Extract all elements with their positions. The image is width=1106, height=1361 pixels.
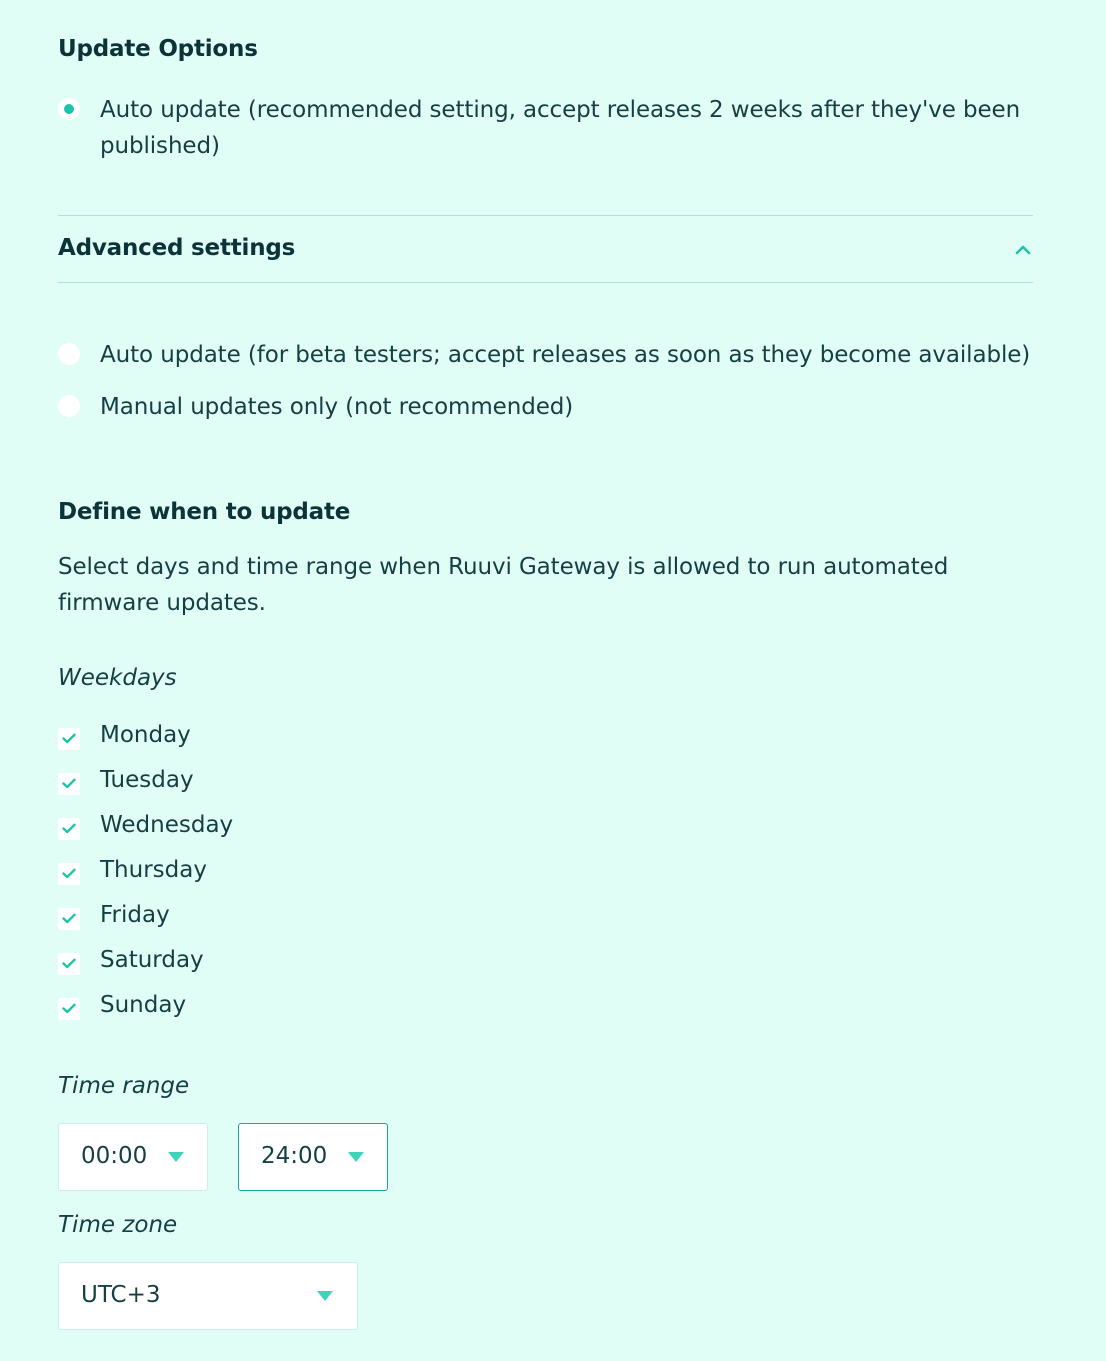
divider-top (58, 215, 1033, 216)
manual-updates-label: Manual updates only (not recommended) (100, 394, 574, 420)
weekday-checkbox[interactable] (58, 998, 80, 1020)
weekday-label: Wednesday (100, 812, 234, 838)
auto-update-beta-label: Auto update (for beta testers; accept re… (100, 342, 1031, 368)
time-to-select[interactable]: 24:00 (238, 1123, 388, 1191)
checkmark-icon (62, 823, 76, 834)
divider-bottom (58, 282, 1033, 283)
checkmark-icon (62, 1003, 76, 1014)
checkmark-icon (62, 958, 76, 969)
time-to-value: 24:00 (261, 1143, 328, 1169)
time-zone-label: Time zone (58, 1212, 178, 1238)
dropdown-caret-icon (168, 1152, 184, 1162)
time-zone-value: UTC+3 (81, 1282, 161, 1308)
auto-update-recommended-label: Auto update (recommended setting, accept… (100, 97, 1021, 159)
time-from-select[interactable]: 00:00 (58, 1123, 208, 1191)
weekday-label: Thursday (100, 857, 207, 883)
weekday-label: Monday (100, 722, 191, 748)
define-when-title: Define when to update (58, 499, 351, 525)
weekdays-label: Weekdays (58, 665, 177, 691)
schedule-description: Select days and time range when Ruuvi Ga… (58, 554, 949, 616)
time-from-value: 00:00 (81, 1143, 148, 1169)
time-zone-select[interactable]: UTC+3 (58, 1262, 358, 1330)
checkmark-icon (62, 868, 76, 879)
dropdown-caret-icon (317, 1291, 333, 1301)
weekday-label: Tuesday (100, 767, 194, 793)
weekday-checkbox[interactable] (58, 908, 80, 930)
update-options-title: Update Options (58, 36, 258, 62)
manual-updates-option[interactable]: Manual updates only (not recommended) (58, 389, 1034, 425)
checkmark-icon (62, 778, 76, 789)
auto-update-recommended-radio[interactable] (58, 98, 80, 120)
checkmark-icon (62, 733, 76, 744)
weekday-checkbox[interactable] (58, 953, 80, 975)
weekday-label: Friday (100, 902, 170, 928)
checkmark-icon (62, 913, 76, 924)
weekday-label: Sunday (100, 992, 187, 1018)
time-range-label: Time range (58, 1073, 190, 1099)
weekday-checkbox[interactable] (58, 773, 80, 795)
auto-update-beta-radio[interactable] (58, 343, 80, 365)
auto-update-recommended-option[interactable]: Auto update (recommended setting, accept… (58, 92, 1034, 164)
weekday-checkbox[interactable] (58, 863, 80, 885)
weekday-checkbox[interactable] (58, 728, 80, 750)
weekday-checkbox[interactable] (58, 818, 80, 840)
chevron-up-icon[interactable] (1014, 243, 1032, 255)
weekday-label: Saturday (100, 947, 204, 973)
dropdown-caret-icon (348, 1152, 364, 1162)
auto-update-beta-option[interactable]: Auto update (for beta testers; accept re… (58, 337, 1034, 373)
advanced-settings-title[interactable]: Advanced settings (58, 235, 295, 261)
manual-updates-radio[interactable] (58, 395, 80, 417)
